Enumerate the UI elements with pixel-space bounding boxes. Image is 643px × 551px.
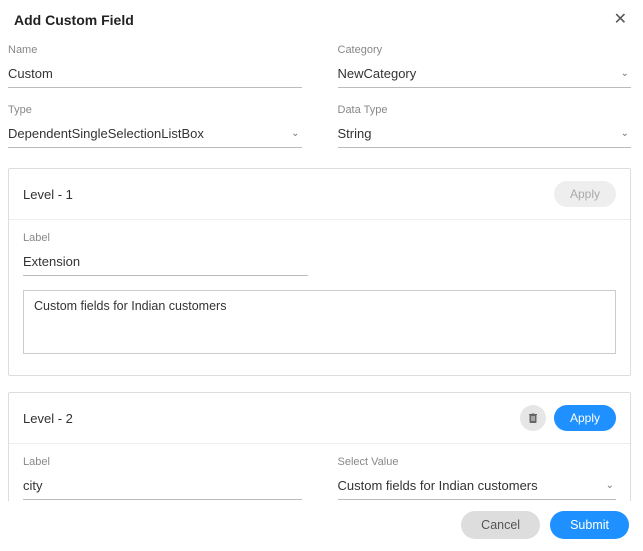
level-panel-2: Level - 2 Apply Label Select Value xyxy=(8,392,631,501)
form-row: Type DependentSingleSelectionListBox ⌄ D… xyxy=(8,104,631,164)
form-row: Name Category NewCategory ⌄ xyxy=(8,44,631,104)
chevron-down-icon: ⌄ xyxy=(606,480,614,491)
chevron-down-icon: ⌄ xyxy=(291,128,299,139)
level-header: Level - 2 Apply xyxy=(9,393,630,444)
category-label: Category xyxy=(338,44,632,56)
type-select[interactable]: DependentSingleSelectionListBox ⌄ xyxy=(8,122,302,148)
close-icon: ✕ xyxy=(614,11,627,28)
level-actions: Apply xyxy=(554,181,616,207)
level-panel-1: Level - 1 Apply Label xyxy=(8,168,631,376)
submit-button[interactable]: Submit xyxy=(550,511,629,539)
level2-row: Label Select Value Custom fields for Ind… xyxy=(23,456,616,500)
type-field-group: Type DependentSingleSelectionListBox ⌄ xyxy=(8,104,302,148)
level1-label-caption: Label xyxy=(23,232,308,244)
delete-button[interactable] xyxy=(520,405,546,431)
level2-select-caption: Select Value xyxy=(338,456,617,468)
dialog-content: Name Category NewCategory ⌄ Type Depende… xyxy=(0,38,643,501)
cancel-button[interactable]: Cancel xyxy=(461,511,540,539)
level2-select-group: Select Value Custom fields for Indian cu… xyxy=(338,456,617,500)
level2-label-group: Label xyxy=(23,456,302,500)
level1-description-textarea[interactable] xyxy=(23,290,616,354)
datatype-label: Data Type xyxy=(338,104,632,116)
datatype-select[interactable]: String ⌄ xyxy=(338,122,632,148)
level-header: Level - 1 Apply xyxy=(9,169,630,220)
name-input[interactable] xyxy=(8,62,302,88)
chevron-down-icon: ⌄ xyxy=(621,68,629,79)
trash-icon xyxy=(527,412,539,424)
level2-select-value-text: Custom fields for Indian customers xyxy=(338,478,538,493)
apply-button[interactable]: Apply xyxy=(554,405,616,431)
level-title: Level - 1 xyxy=(23,187,73,202)
name-field-group: Name xyxy=(8,44,302,88)
level-body: Label xyxy=(9,220,630,375)
name-label: Name xyxy=(8,44,302,56)
dialog-footer: Cancel Submit xyxy=(0,501,643,551)
level1-label-group: Label xyxy=(23,232,308,276)
close-button[interactable]: ✕ xyxy=(614,12,627,28)
dialog-header: Add Custom Field ✕ xyxy=(0,0,643,38)
category-select-value: NewCategory xyxy=(338,66,417,81)
datatype-field-group: Data Type String ⌄ xyxy=(338,104,632,148)
type-select-value: DependentSingleSelectionListBox xyxy=(8,126,204,141)
type-label: Type xyxy=(8,104,302,116)
level2-select-value-dropdown[interactable]: Custom fields for Indian customers ⌄ xyxy=(338,474,617,500)
category-field-group: Category NewCategory ⌄ xyxy=(338,44,632,88)
datatype-select-value: String xyxy=(338,126,372,141)
chevron-down-icon: ⌄ xyxy=(621,128,629,139)
apply-button: Apply xyxy=(554,181,616,207)
level1-label-input[interactable] xyxy=(23,250,308,276)
level-title: Level - 2 xyxy=(23,411,73,426)
category-select[interactable]: NewCategory ⌄ xyxy=(338,62,632,88)
level-actions: Apply xyxy=(520,405,616,431)
level2-label-caption: Label xyxy=(23,456,302,468)
dialog-title: Add Custom Field xyxy=(14,12,134,28)
level2-label-input[interactable] xyxy=(23,474,302,500)
level-body: Label Select Value Custom fields for Ind… xyxy=(9,444,630,501)
